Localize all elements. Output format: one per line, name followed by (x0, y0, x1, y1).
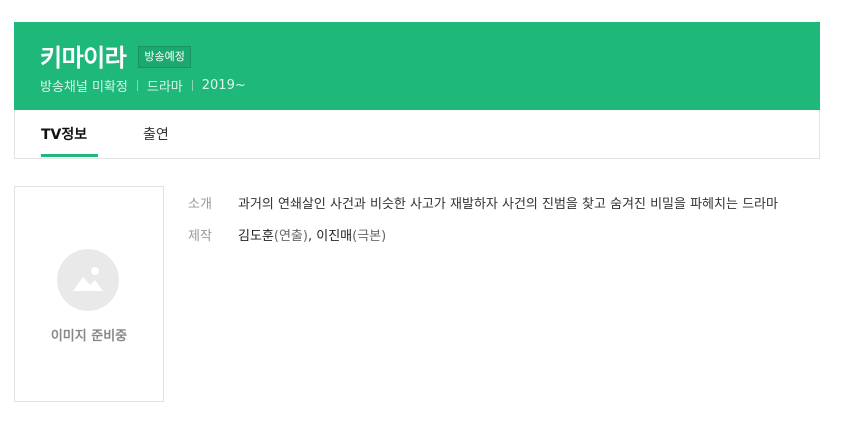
tab-cast[interactable]: 출연 (143, 124, 169, 144)
production-value: 김도훈(연출), 이진매(극본) (238, 226, 798, 248)
title-row: 키마이라 방송예정 (40, 38, 191, 73)
producer-link[interactable]: 김도훈 (238, 229, 274, 244)
poster-placeholder: 이미지 준비중 (14, 186, 164, 402)
status-badge: 방송예정 (138, 45, 191, 68)
genre-text: 드라마 (146, 80, 183, 95)
meta-divider (191, 80, 193, 91)
producer-separator: , (307, 229, 317, 244)
tab-bar: TV정보 출연 (14, 110, 820, 159)
poster-placeholder-text: 이미지 준비중 (50, 329, 128, 344)
summary-label: 소개 (188, 197, 212, 212)
writer-role: (극본) (352, 229, 387, 244)
drama-info-page: 키마이라 방송예정 방송채널 미확정 드라마 2019~ TV정보 출연 이미지… (0, 0, 847, 425)
info-section: 소개 과거의 연쇄살인 사건과 비슷한 사고가 재발하자 사건의 진범을 찾고 … (188, 194, 798, 258)
header-banner: 키마이라 방송예정 방송채널 미확정 드라마 2019~ (14, 22, 820, 110)
image-icon (57, 249, 119, 311)
summary-row: 소개 과거의 연쇄살인 사건과 비슷한 사고가 재발하자 사건의 진범을 찾고 … (188, 194, 798, 216)
tab-tv-info[interactable]: TV정보 (41, 124, 87, 144)
production-label: 제작 (188, 229, 212, 244)
year-text: 2019~ (201, 78, 246, 93)
page-title[interactable]: 키마이라 (40, 38, 127, 73)
meta-divider (136, 80, 138, 91)
production-row: 제작 김도훈(연출), 이진매(극본) (188, 226, 798, 248)
channel-text: 방송채널 미확정 (40, 80, 128, 95)
meta-row: 방송채널 미확정 드라마 2019~ (40, 76, 246, 95)
active-tab-indicator (41, 154, 98, 157)
producer-role: (연출) (273, 229, 308, 244)
writer-link[interactable]: 이진매 (316, 229, 352, 244)
summary-text: 과거의 연쇄살인 사건과 비슷한 사고가 재발하자 사건의 진범을 찾고 숨겨진… (238, 197, 778, 212)
